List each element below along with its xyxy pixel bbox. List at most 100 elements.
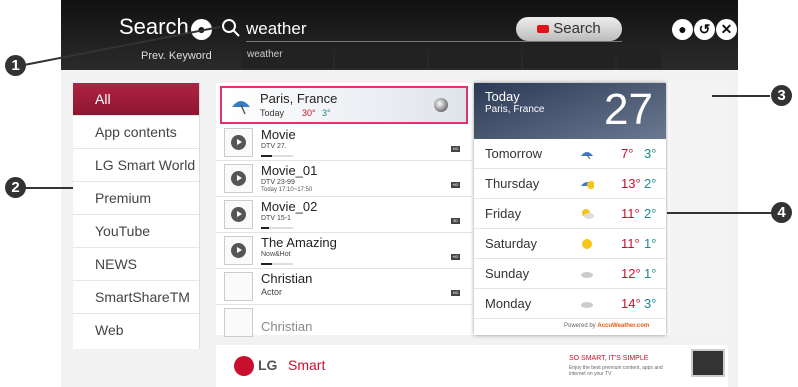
thumbnail	[224, 200, 253, 229]
ad-banner[interactable]: LG Smart SO SMART, IT'S SIMPLE Enjoy the…	[216, 345, 728, 387]
result-subtitle: DTV 15-1	[261, 215, 291, 222]
result-row[interactable]: Christian Actor HD	[216, 269, 472, 305]
sidebar-item-news[interactable]: NEWS	[73, 248, 199, 281]
partly-cloudy-icon	[582, 209, 594, 219]
profile-icon[interactable]: ●	[672, 19, 693, 40]
forecast-low: 2°	[644, 206, 657, 221]
forecast-day: Friday	[485, 206, 522, 221]
hd-badge: HD	[451, 254, 460, 260]
callout-line-3	[712, 95, 770, 97]
result-progress	[261, 227, 293, 229]
results-panel: Paris, France Today 30° 3° Movie DTV 27.…	[216, 83, 728, 337]
umbrella-sun-icon	[581, 181, 594, 189]
sidebar-item-all[interactable]: All	[73, 83, 199, 116]
lg-logo-icon	[234, 356, 254, 376]
forecast-low: 1°	[644, 236, 657, 251]
weather-card-header: Today Paris, France 27	[474, 83, 666, 139]
search-title: Search	[119, 14, 189, 39]
weather-day: Today	[260, 108, 285, 118]
weather-result-item[interactable]: Paris, France Today 30° 3°	[220, 86, 468, 124]
forecast-row: Friday 11° 2°	[474, 199, 666, 229]
search-button-label: Search	[553, 20, 601, 37]
sidebar-item-premium[interactable]: Premium	[73, 182, 199, 215]
3d-badge: 3D	[451, 218, 460, 224]
tv-image	[691, 349, 725, 377]
forecast-low: 1°	[644, 266, 657, 281]
prev-keyword-item[interactable]: weather	[241, 46, 333, 68]
result-row[interactable]: Movie DTV 27. HD	[216, 125, 472, 161]
powered-by: Powered by AccuWeather.com	[564, 323, 649, 329]
card-city: Paris, France	[485, 104, 545, 115]
umbrella-icon	[230, 95, 252, 120]
close-icon[interactable]: ✕	[716, 19, 737, 40]
forecast-day: Thursday	[485, 176, 540, 191]
prev-keyword-label: Prev. Keyword	[141, 50, 212, 62]
result-title: Movie	[261, 127, 296, 142]
result-progress	[261, 155, 293, 157]
smart-wordmark: Smart	[288, 357, 326, 373]
sidebar-item-youtube[interactable]: YouTube	[73, 215, 199, 248]
play-icon	[231, 135, 246, 150]
callout-line-4	[667, 212, 771, 214]
forecast-row: Thursday 13° 2°	[474, 169, 666, 199]
youtube-search-button[interactable]: Search	[516, 17, 622, 41]
today-label: Today	[485, 89, 520, 104]
forecast-high: 13°	[621, 176, 641, 191]
forecast-high: 12°	[621, 266, 641, 281]
forecast-day: Sunday	[485, 266, 530, 281]
current-temperature: 27	[604, 85, 653, 134]
weather-detail-card: Today Paris, France 27 Tomorrow 7° 3° Th…	[474, 83, 666, 335]
result-row[interactable]: Movie_02 DTV 15-1 3D	[216, 197, 472, 233]
forecast-low: 3°	[644, 296, 657, 311]
sidebar-item-app-contents[interactable]: App contents	[73, 116, 199, 149]
weather-city: Paris, France	[260, 91, 338, 106]
result-title: Christian	[261, 319, 313, 334]
sun-icon	[582, 239, 592, 249]
callout-line-2	[25, 187, 73, 189]
callout-1: 1	[5, 55, 26, 76]
sidebar-item-web[interactable]: Web	[73, 314, 199, 347]
forecast-high: 7°	[621, 146, 634, 161]
powered-by-label: Powered by	[564, 323, 596, 329]
forecast-low: 2°	[644, 176, 657, 191]
forecast-high: 11°	[621, 206, 640, 221]
forecast-low: 3°	[644, 146, 657, 161]
umbrella-icon	[581, 152, 593, 159]
play-icon	[231, 243, 246, 258]
sidebar-item-smartshare[interactable]: SmartShareTM	[73, 281, 199, 314]
forecast-row: Sunday 12° 1°	[474, 259, 666, 289]
result-row[interactable]: The Amazing Now&Hot HD	[216, 233, 472, 269]
result-row[interactable]: Movie_01 DTV 23-99 Today 17:10~17:50 HD	[216, 161, 472, 197]
lg-wordmark: LG	[258, 357, 278, 373]
ad-subtext: Enjoy the best premium content, apps and…	[569, 365, 663, 377]
play-icon	[231, 171, 246, 186]
forecast-day: Saturday	[485, 236, 538, 251]
prev-keyword-item[interactable]	[335, 46, 427, 68]
result-title: Movie_02	[261, 199, 318, 214]
forecast-row: Saturday 11° 1°	[474, 229, 666, 259]
back-icon[interactable]: ↺	[694, 19, 715, 40]
search-underline	[246, 41, 622, 42]
result-row[interactable]: Christian	[216, 305, 472, 337]
hd-badge: HD	[451, 146, 460, 152]
thumbnail	[224, 236, 253, 265]
hd-badge: HD	[451, 182, 460, 188]
result-subtitle: DTV 23-99	[261, 179, 295, 186]
prev-keyword-item[interactable]	[617, 46, 661, 68]
accuweather-logo: AccuWeather.com	[597, 323, 650, 329]
sidebar-item-lg-smart-world[interactable]: LG Smart World	[73, 149, 199, 182]
forecast-day: Monday	[485, 296, 532, 311]
youtube-icon	[537, 25, 550, 34]
result-title: Christian	[261, 271, 313, 286]
prev-keyword-item[interactable]	[523, 46, 615, 68]
prev-keyword-list: weather	[241, 46, 661, 68]
prev-keyword-item[interactable]	[429, 46, 521, 68]
result-subtitle: Now&Hot	[261, 251, 291, 258]
thumbnail	[224, 164, 253, 193]
result-title: The Amazing	[261, 235, 337, 250]
result-progress	[261, 263, 293, 265]
play-icon	[231, 207, 246, 222]
result-subtitle: DTV 27.	[261, 143, 287, 150]
cloud-icon	[581, 272, 593, 278]
result-title: Movie_01	[261, 163, 318, 178]
